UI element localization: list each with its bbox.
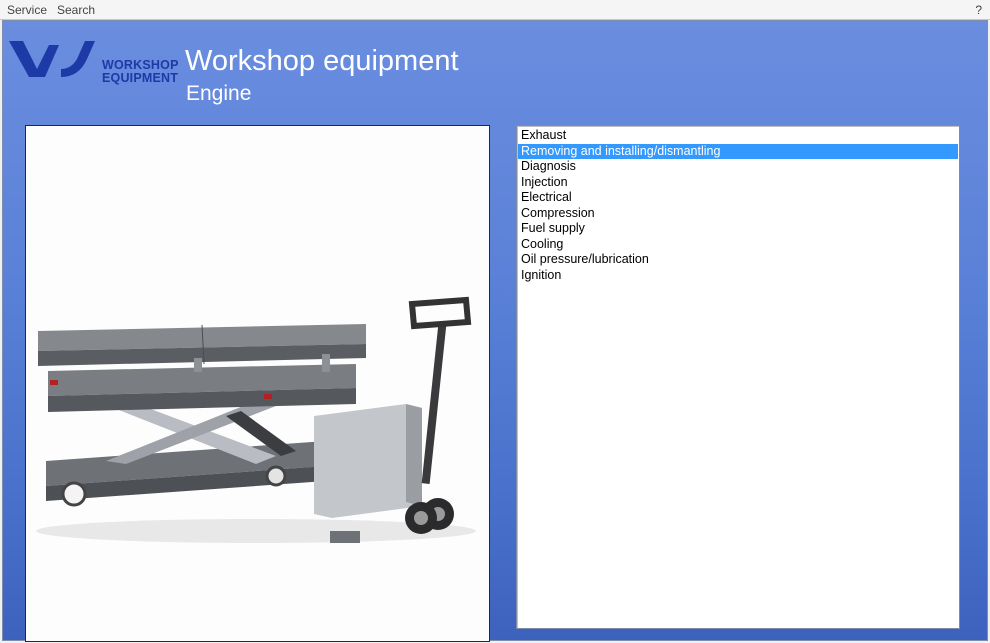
workshop-equipment-logo xyxy=(9,41,95,77)
list-item[interactable]: Removing and installing/dismantling xyxy=(518,143,958,159)
equipment-image xyxy=(36,296,476,543)
page-title: Workshop equipment xyxy=(185,45,459,77)
list-item[interactable]: Compression xyxy=(518,206,958,222)
menu-search[interactable]: Search xyxy=(57,3,95,17)
page-subtitle: Engine xyxy=(186,82,252,105)
list-item[interactable]: Exhaust xyxy=(518,128,958,144)
list-item[interactable]: Fuel supply xyxy=(518,221,958,237)
logo-text: WORKSHOP EQUIPMENT xyxy=(102,58,179,85)
help-menu[interactable]: ? xyxy=(975,3,982,17)
menu-service[interactable]: Service xyxy=(7,3,47,17)
main-window: WORKSHOP EQUIPMENT Workshop equipment En… xyxy=(2,20,988,642)
list-item[interactable]: Electrical xyxy=(518,190,958,206)
list-item[interactable]: Ignition xyxy=(518,268,958,284)
list-item[interactable]: Oil pressure/lubrication xyxy=(518,252,958,268)
list-item[interactable]: Cooling xyxy=(518,237,958,253)
category-list[interactable]: Exhaust Removing and installing/dismantli… xyxy=(516,125,960,629)
list-item[interactable]: Injection xyxy=(518,175,958,191)
equipment-image-panel xyxy=(25,125,490,642)
menu-bar: Service Search ? xyxy=(0,0,990,20)
list-item[interactable]: Diagnosis xyxy=(518,159,958,175)
